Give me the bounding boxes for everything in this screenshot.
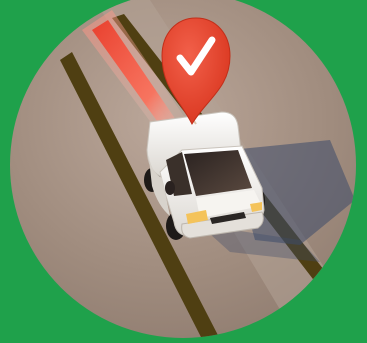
van-mirror (165, 181, 175, 195)
illustration-canvas (0, 0, 367, 343)
delivery-illustration (0, 0, 367, 343)
